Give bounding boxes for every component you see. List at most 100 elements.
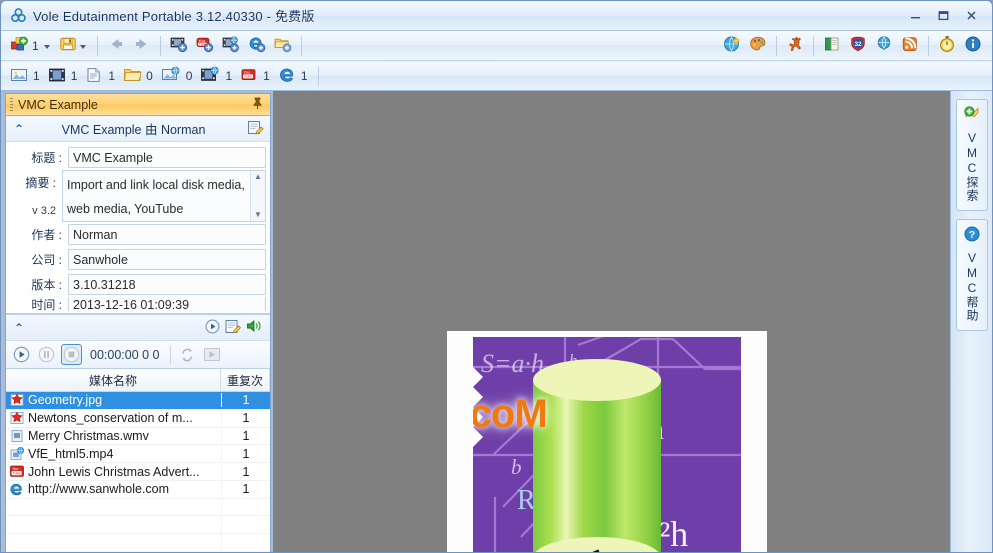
count-youtube[interactable]: You Tube 1	[237, 64, 275, 88]
folder-add-icon	[273, 35, 293, 56]
time-input[interactable]: 2013-12-16 01:09:39	[68, 297, 266, 311]
time-field-row: 时间 : 2013-12-16 01:09:39	[10, 297, 266, 311]
pane-tab-vmc-example[interactable]: VMC Example	[6, 94, 270, 116]
timer-button[interactable]	[934, 34, 960, 58]
stop-button[interactable]	[61, 344, 82, 365]
rss-button[interactable]	[897, 34, 923, 58]
media-list: 媒体名称 重复次 Geometry.jpg 1 Newtons_conserva…	[6, 369, 270, 552]
count-folders[interactable]: 0	[120, 64, 158, 88]
blue-globe-icon	[874, 34, 894, 57]
toolbar-separator	[813, 35, 814, 56]
author-input[interactable]: Norman	[68, 224, 266, 245]
theme-palette-button[interactable]	[745, 34, 771, 58]
table-row[interactable]: Newtons_conservation of m... 1	[6, 410, 270, 428]
new-project-count: 1	[32, 38, 39, 53]
preview-canvas[interactable]: S=a·h h a b R h V=πR²h	[273, 91, 950, 552]
table-row[interactable]: Merry Christmas.wmv 1	[6, 428, 270, 446]
count-web-images[interactable]: 0	[158, 64, 198, 88]
vmc-explore-tab[interactable]: VMC探索	[955, 99, 988, 211]
media-list-header: 媒体名称 重复次	[6, 369, 270, 392]
chevron-up-icon[interactable]: ⌃	[14, 122, 24, 136]
geometry-cylinder-image[interactable]: S=a·h h a b R h V=πR²h	[447, 331, 767, 552]
title-label: 标题 :	[31, 151, 62, 165]
count-youtube-value: 1	[263, 69, 270, 83]
content-area: VMC Example ⌃ VMC Example 由 Norman 标题: …	[1, 91, 992, 552]
player-time-display: 00:00:00 0 0	[90, 347, 160, 362]
table-row[interactable]: VfE_html5.mp4 1	[6, 445, 270, 464]
version-label: 版本 :	[31, 278, 62, 292]
forward-button[interactable]	[129, 34, 155, 58]
play-circle-icon[interactable]	[205, 319, 220, 337]
scroll-up-icon[interactable]: ▲	[254, 173, 262, 181]
chevron-up-icon[interactable]: ⌃	[14, 321, 24, 335]
count-web-videos[interactable]: 1	[197, 64, 237, 88]
route-32-button[interactable]: 32	[845, 34, 871, 58]
vmc-explore-button[interactable]	[719, 34, 745, 58]
add-local-media-button[interactable]	[166, 34, 192, 58]
summary-input[interactable]: Import and link local disk media, web me…	[62, 170, 266, 222]
add-youtube-button[interactable]: You Tube	[192, 34, 218, 58]
count-documents[interactable]: 1	[82, 64, 120, 88]
minimize-button[interactable]	[902, 7, 928, 25]
kangaroo-icon	[785, 34, 805, 57]
image-star-icon	[6, 393, 28, 407]
svg-text:Tube: Tube	[244, 74, 252, 78]
scroll-down-icon[interactable]: ▼	[254, 211, 262, 219]
time-label: 时间 :	[31, 297, 62, 312]
add-web-media-button[interactable]	[218, 34, 244, 58]
play-button[interactable]	[11, 344, 32, 365]
repeat-button[interactable]	[177, 344, 198, 365]
info-icon	[963, 34, 983, 57]
table-row[interactable]: You Tube John Lewis Christmas Advert... …	[6, 463, 270, 481]
info-group-header: ⌃ VMC Example 由 Norman	[6, 116, 270, 142]
summary-labels: 摘要 : v 3.2	[10, 170, 62, 222]
back-button[interactable]	[103, 34, 129, 58]
summary-scrollbar[interactable]: ▲ ▼	[250, 171, 265, 221]
about-button[interactable]	[960, 34, 986, 58]
speaker-icon[interactable]	[246, 319, 263, 336]
title-input[interactable]: VMC Example	[68, 147, 266, 168]
pause-button[interactable]	[36, 344, 57, 365]
add-web-page-button[interactable]	[244, 34, 270, 58]
count-web-pages[interactable]: 1	[275, 64, 313, 88]
column-header-name[interactable]: 媒体名称	[6, 369, 221, 391]
youtube-icon: You Tube	[240, 67, 259, 86]
media-name: John Lewis Christmas Advert...	[28, 464, 200, 479]
edit-note-icon[interactable]	[225, 319, 241, 337]
next-frame-button[interactable]	[202, 344, 223, 365]
road-sign-32-icon: 32	[848, 34, 868, 57]
palette-icon	[748, 34, 768, 57]
folder-icon	[123, 67, 142, 86]
stopwatch-icon	[937, 34, 957, 57]
drag-grip[interactable]	[10, 98, 13, 111]
globe-button[interactable]	[871, 34, 897, 58]
company-input[interactable]: Sanwhole	[68, 249, 266, 270]
column-header-repeat[interactable]: 重复次	[221, 369, 270, 391]
yellow-disk-icon	[59, 35, 77, 56]
table-row[interactable]: Geometry.jpg 1	[6, 392, 270, 410]
save-project-button[interactable]	[56, 34, 92, 58]
edit-note-icon[interactable]	[247, 120, 264, 138]
mascot-button[interactable]	[782, 34, 808, 58]
summary-field-row: 摘要 : v 3.2 Import and link local disk me…	[10, 170, 266, 222]
ie-browser-icon	[278, 66, 297, 86]
new-project-button[interactable]: 1	[7, 34, 56, 58]
svg-text:?: ?	[968, 229, 974, 241]
add-folder-button[interactable]	[270, 34, 296, 58]
chevron-down-icon[interactable]	[79, 44, 86, 49]
count-images-value: 1	[33, 69, 40, 83]
maximize-button[interactable]	[930, 7, 956, 25]
table-row[interactable]: http://www.sanwhole.com 1	[6, 481, 270, 499]
count-videos[interactable]: 1	[45, 64, 83, 88]
player-controls: 00:00:00 0 0	[6, 341, 270, 369]
arrow-right-icon	[132, 35, 152, 56]
book-button[interactable]	[819, 34, 845, 58]
count-images[interactable]: 1	[7, 64, 45, 88]
close-button[interactable]	[958, 7, 984, 25]
rss-feed-icon	[900, 34, 920, 57]
media-name: http://www.sanwhole.com	[28, 482, 170, 497]
pin-icon[interactable]	[252, 97, 263, 113]
chevron-down-icon[interactable]	[43, 44, 50, 49]
version-input[interactable]: 3.10.31218	[68, 274, 266, 295]
vmc-help-tab[interactable]: ? VMC帮助	[955, 219, 988, 331]
